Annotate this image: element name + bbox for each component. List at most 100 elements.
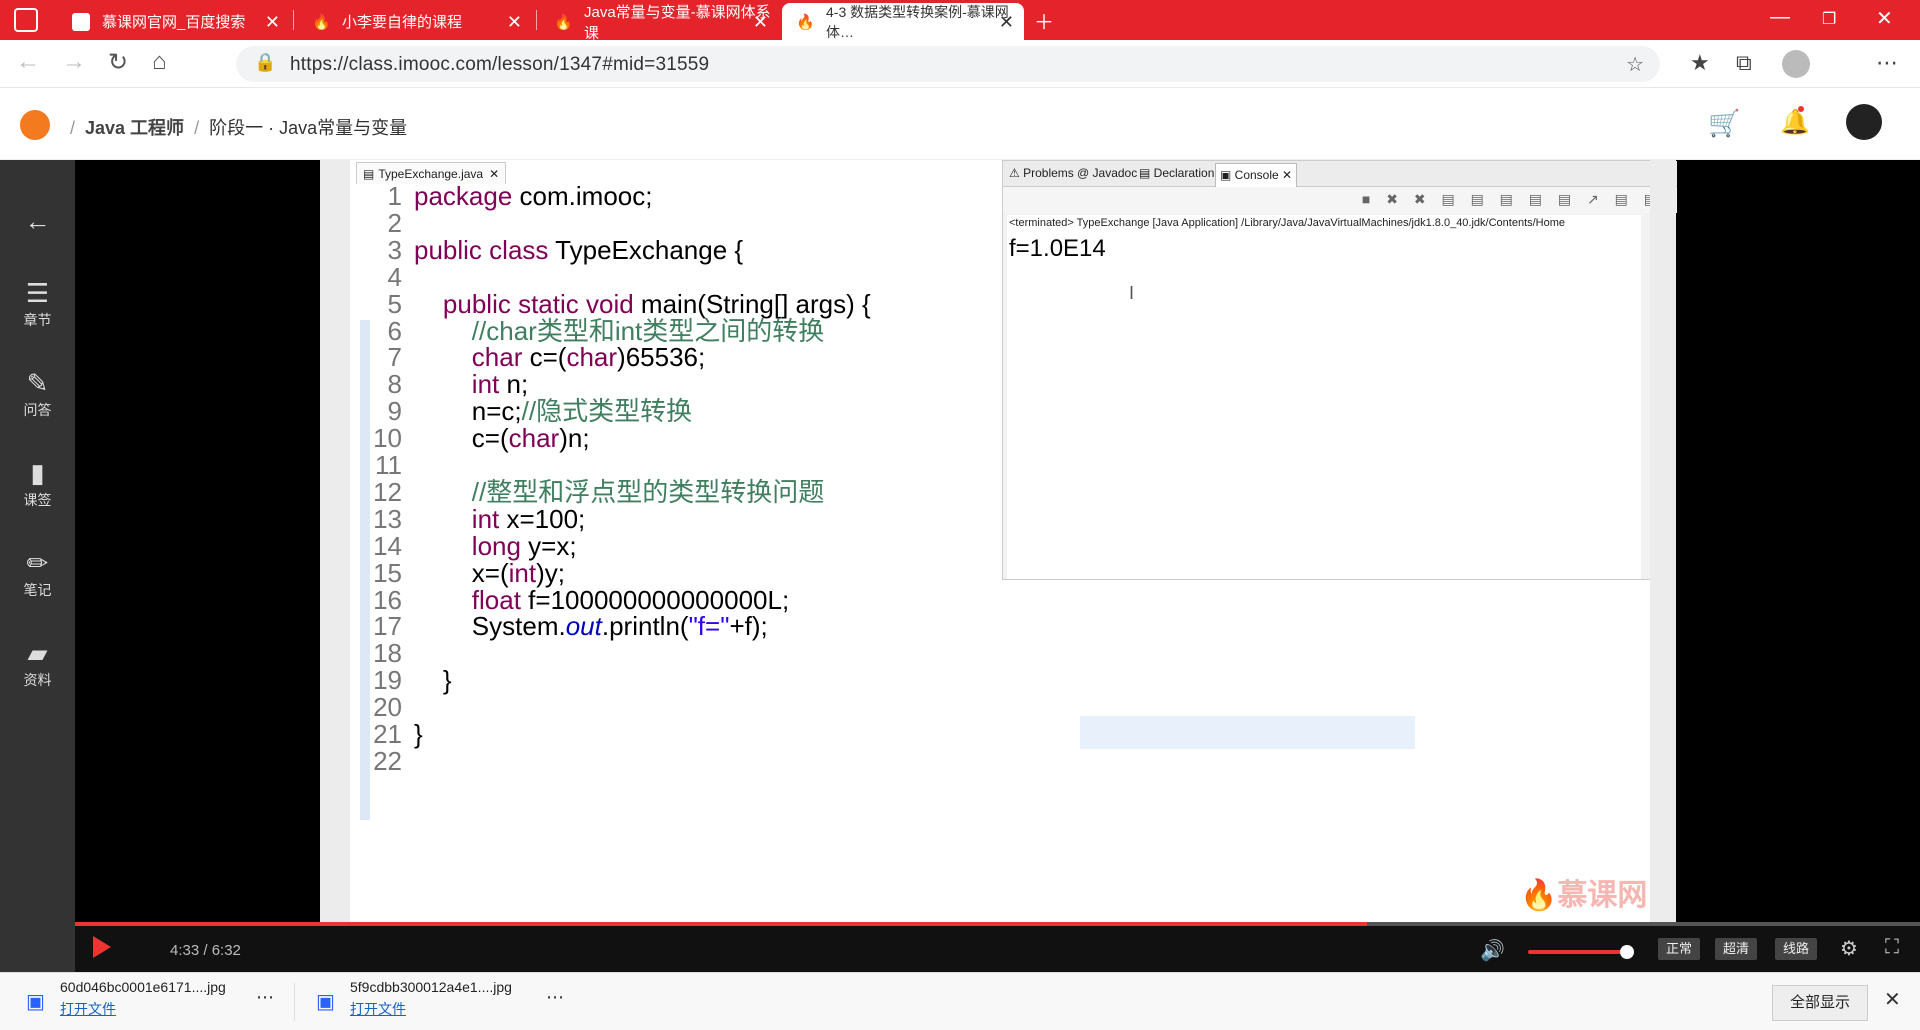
open-file-link[interactable]: 打开文件 [60, 999, 226, 1019]
tab-label: Console [1234, 168, 1279, 182]
refresh-icon[interactable]: ↻ [108, 48, 128, 77]
restore-icon[interactable]: ❐ [1822, 9, 1836, 29]
time-display: 4:33 / 6:32 [170, 942, 241, 959]
more-options-icon[interactable]: ⋯ [546, 987, 564, 1008]
more-options-icon[interactable]: ⋯ [256, 987, 274, 1008]
user-avatar[interactable] [1846, 104, 1882, 140]
lock-icon: 🔒 [254, 52, 277, 72]
url-field[interactable]: 🔒 https://class.imooc.com/lesson/1347#mi… [236, 46, 1660, 82]
code-editor: ▤ TypeExchange.java ✕ 1 package com.imooc; 2… [320, 160, 1080, 922]
tab-divider [293, 10, 294, 30]
console-toolbar-icons: ■ ✖ ✖ ▤ ▤ ▤ ▤ ▤ ↗ ▤ ▤ [1361, 191, 1663, 207]
tab-label: Declaration [1153, 166, 1215, 180]
forward-icon[interactable]: → [62, 48, 86, 76]
download-filename: 60d046bc0001e6171....jpg [60, 979, 226, 995]
download-item-2[interactable]: 5f9cdbb300012a4e1....jpg 打开文件 [350, 979, 512, 1019]
tab-label: Java常量与变量-慕课网体系课 [584, 3, 771, 42]
notification-dot [1798, 106, 1804, 112]
imooc-logo-icon[interactable] [20, 110, 50, 140]
minimize-icon[interactable]: — [1770, 6, 1790, 29]
file-icon: ▣ [26, 991, 45, 1013]
flame-favicon-icon: 🔥 [312, 13, 331, 31]
divider [294, 983, 295, 1021]
url-text: https://class.imooc.com/lesson/1347#mid=… [290, 54, 710, 75]
open-file-link[interactable]: 打开文件 [350, 999, 512, 1019]
flame-favicon-icon: 🔥 [796, 13, 815, 31]
sidebar-item-bookmarks[interactable]: ▮ 课签 [0, 458, 75, 510]
folder-icon: ▰ [27, 638, 48, 668]
browser-tab-bar: 慕课网官网_百度搜索 ✕ 🔥 小李要自律的课程 ✕ 🔥 Java常量与变量-慕课… [0, 0, 1920, 42]
baidu-favicon-icon [72, 12, 90, 31]
close-icon[interactable]: ✕ [507, 12, 522, 33]
close-icon[interactable]: ✕ [999, 12, 1014, 33]
tab-java-constants[interactable]: 🔥 Java常量与变量-慕课网体系课 ✕ [540, 3, 778, 42]
breadcrumb-course[interactable]: Java 工程师 [85, 118, 184, 138]
sidebar-label: 资料 [23, 672, 52, 688]
line-switch-button[interactable]: 线路 [1775, 938, 1818, 960]
fullscreen-icon[interactable]: ⛶ [1885, 936, 1899, 959]
cart-icon[interactable]: 🛒 [1708, 108, 1740, 139]
download-filename: 5f9cdbb300012a4e1....jpg [350, 979, 512, 995]
sidebar-label: 问答 [23, 402, 52, 418]
code-line: 22 [352, 745, 414, 778]
watermark: 🔥慕课网 [1520, 879, 1648, 912]
download-item-1[interactable]: 60d046bc0001e6171....jpg 打开文件 [60, 979, 226, 1019]
note-icon: ✏ [26, 548, 49, 578]
profile-avatar-icon[interactable] [1782, 50, 1810, 78]
site-header: / Java 工程师 / 阶段一 · Java常量与变量 🛒 🔔 [0, 88, 1920, 160]
favorites-icon[interactable]: ★ [1690, 50, 1710, 76]
volume-knob[interactable] [1620, 945, 1634, 959]
close-downloads-icon[interactable]: ✕ [1884, 987, 1901, 1012]
downloads-bar: ▣ 60d046bc0001e6171....jpg 打开文件 ⋯ ▣ 5f9cd… [0, 972, 1920, 1030]
bell-icon[interactable]: 🔔 [1780, 108, 1810, 137]
home-icon[interactable]: ⌂ [152, 48, 167, 76]
volume-icon[interactable]: 🔊 [1480, 938, 1505, 963]
console-output: f=1.0E14 [1009, 235, 1106, 262]
file-icon: ▣ [316, 991, 335, 1013]
favorite-star-icon[interactable]: ☆ [1626, 52, 1644, 77]
volume-slider[interactable] [1528, 950, 1628, 954]
collections-icon[interactable]: ⧉ [1736, 50, 1752, 76]
tab-javadoc: @ Javadoc [1077, 166, 1138, 180]
quality-hd-button[interactable]: 超清 [1715, 938, 1758, 960]
address-toolbar: ← → ↻ ⌂ 🔒 https://class.imooc.com/lesson… [0, 40, 1920, 88]
close-icon[interactable]: ✕ [265, 12, 280, 33]
console-tab-bar: ⚠ Problems @ Javadoc ▤ Declaration ▣ Con… [1003, 161, 1677, 187]
tab-actions-icon[interactable] [14, 8, 38, 32]
sidebar-item-materials[interactable]: ▰ 资料 [0, 638, 75, 690]
watermark-text: 慕课网 [1557, 879, 1648, 912]
eclipse-side-toolbar [1650, 160, 1676, 922]
settings-gear-icon[interactable]: ⚙ [1840, 936, 1858, 961]
breadcrumb-stage[interactable]: 阶段一 · Java常量与变量 [209, 118, 407, 138]
back-icon[interactable]: ← [16, 48, 40, 76]
tab-label: 4-3 数据类型转换案例-慕课网体… [826, 3, 1009, 40]
lesson-sidebar: ← ☰ 章节 ✎ 问答 ▮ 课签 ✏ 笔记 ▰ 资料 [0, 160, 75, 972]
play-icon[interactable] [93, 936, 111, 958]
editor-tab-label: TypeExchange.java [378, 166, 484, 181]
bookmark-icon: ▮ [30, 458, 45, 488]
tab-baidu[interactable]: 慕课网官网_百度搜索 ✕ [58, 3, 290, 40]
tab-label: Problems [1023, 166, 1074, 180]
editor-gutter [320, 160, 350, 922]
sidebar-item-notes[interactable]: ✏ 笔记 [0, 548, 75, 600]
text-cursor-icon: I [1129, 283, 1135, 303]
show-all-button[interactable]: 全部显示 [1772, 985, 1868, 1021]
quality-normal-button[interactable]: 正常 [1658, 938, 1701, 960]
sidebar-item-chapters[interactable]: ☰ 章节 [0, 278, 75, 330]
new-tab-icon[interactable]: ＋ [1034, 6, 1054, 35]
code-line: 17 System.out.println("f="+f); [352, 610, 768, 643]
close-icon[interactable]: ✕ [753, 12, 768, 33]
tab-current-lesson[interactable]: 🔥 4-3 数据类型转换案例-慕课网体… ✕ [782, 3, 1024, 40]
sidebar-back[interactable]: ← [0, 206, 75, 236]
tab-my-courses[interactable]: 🔥 小李要自律的课程 ✕ [298, 3, 532, 40]
sidebar-label: 笔记 [23, 582, 52, 598]
window-close-icon[interactable]: ✕ [1876, 6, 1893, 31]
console-panel: ⚠ Problems @ Javadoc ▤ Declaration ▣ Con… [1002, 160, 1677, 580]
console-terminated: <terminated> TypeExchange [Java Applicat… [1009, 217, 1566, 229]
more-menu-icon[interactable]: ⋯ [1876, 50, 1898, 76]
sidebar-item-qa[interactable]: ✎ 问答 [0, 368, 75, 420]
qa-icon: ✎ [26, 368, 49, 398]
back-arrow-icon: ← [24, 206, 51, 236]
console-body: <terminated> TypeExchange [Java Applicat… [1007, 215, 1641, 579]
tab-problems: ⚠ Problems [1009, 166, 1074, 180]
